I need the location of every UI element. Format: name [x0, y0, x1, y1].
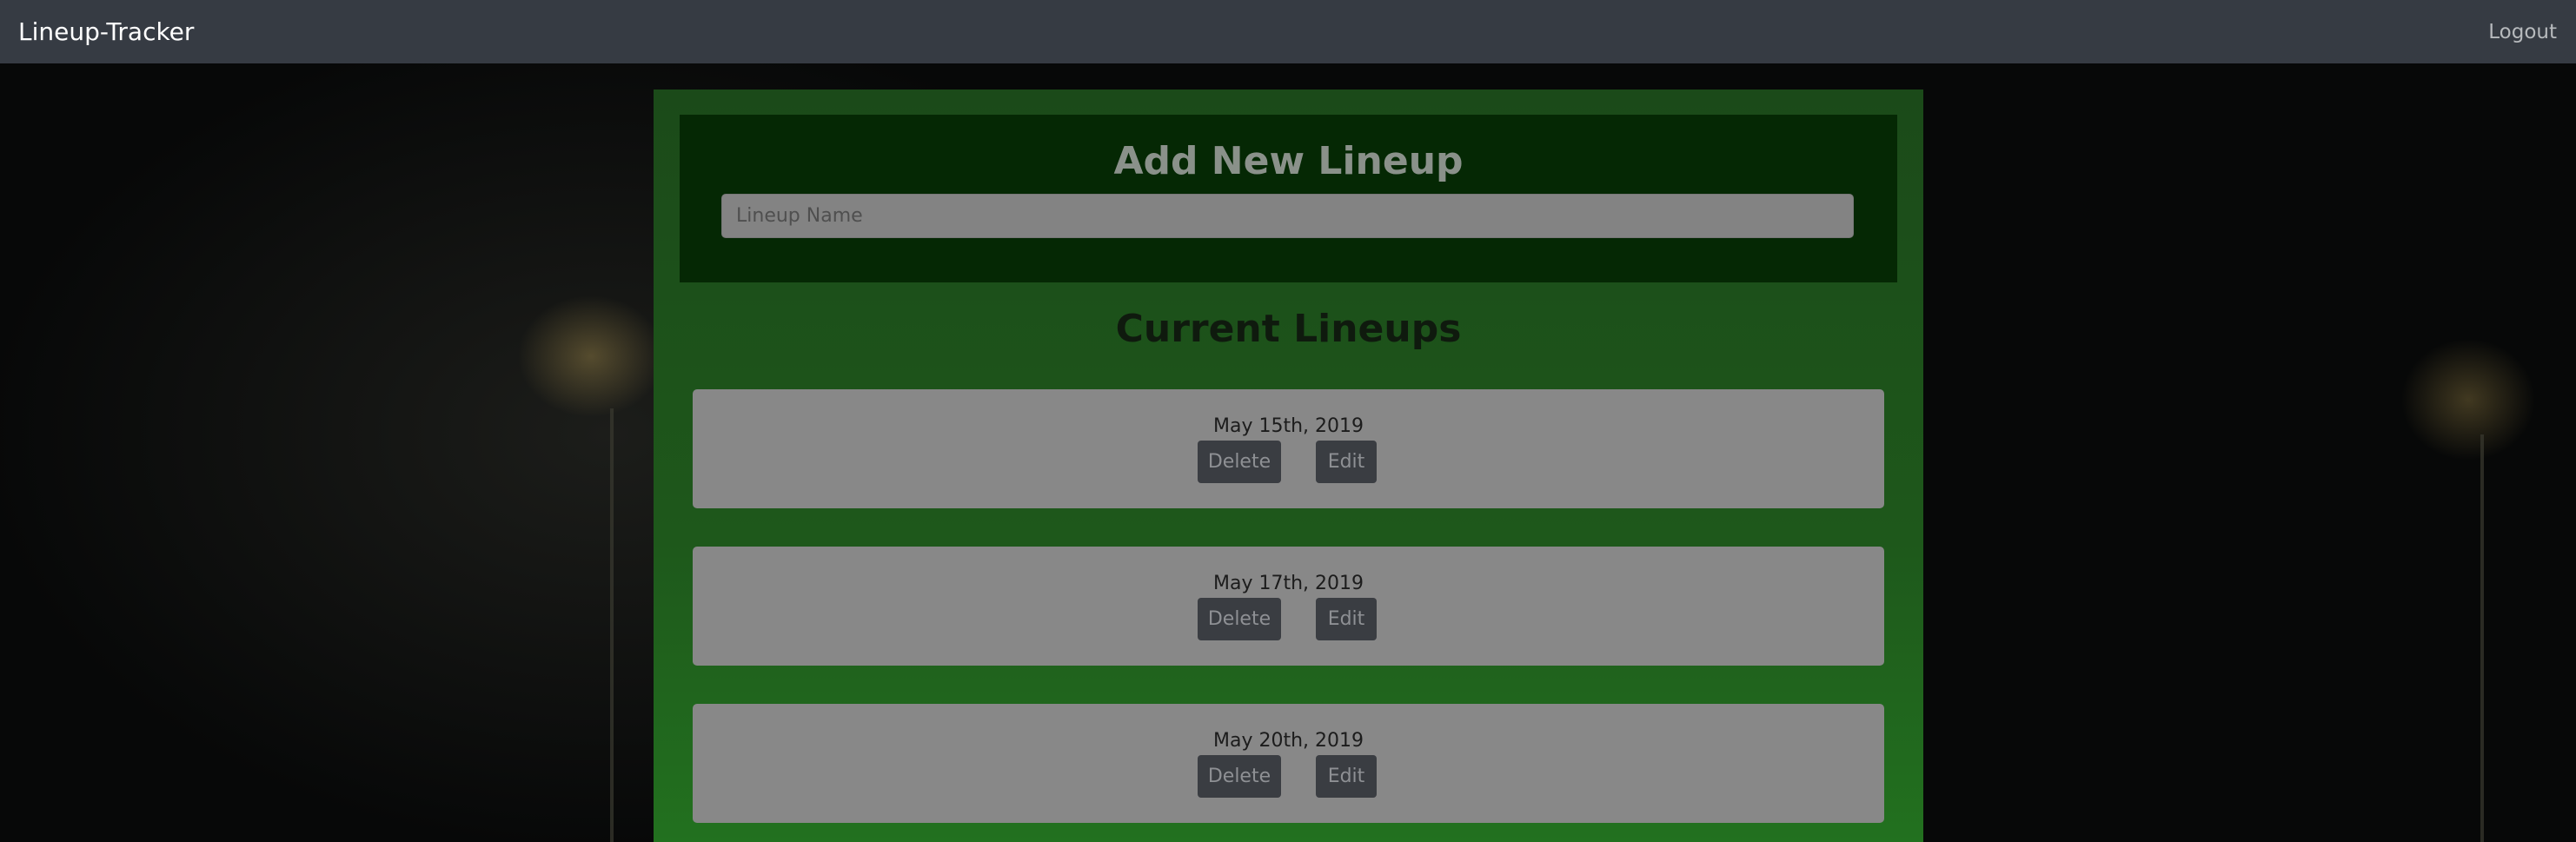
current-lineups-title: Current Lineups [1115, 307, 1462, 351]
delete-button[interactable]: Delete [1198, 755, 1281, 798]
background-light-pole [2480, 434, 2484, 842]
lineup-card: May 15th, 2019 Delete Edit [693, 389, 1884, 508]
main-panel: Add New Lineup Current Lineups May 15th,… [654, 90, 1923, 842]
lineup-name-input[interactable] [721, 194, 1854, 238]
delete-button[interactable]: Delete [1198, 598, 1281, 640]
add-lineup-panel: Add New Lineup [680, 115, 1897, 282]
lineup-card: May 20th, 2019 Delete Edit [693, 704, 1884, 823]
navbar: Lineup-Tracker Logout [0, 0, 2576, 63]
logout-link[interactable]: Logout [2488, 21, 2557, 43]
add-lineup-title: Add New Lineup [1113, 139, 1464, 183]
lineup-date: May 20th, 2019 [1212, 730, 1364, 752]
brand-link[interactable]: Lineup-Tracker [18, 17, 194, 46]
edit-button[interactable]: Edit [1316, 755, 1377, 798]
lineup-date: May 15th, 2019 [1212, 415, 1364, 437]
background-light-pole [610, 408, 614, 842]
edit-button[interactable]: Edit [1316, 441, 1377, 483]
lineup-card: May 17th, 2019 Delete Edit [693, 547, 1884, 666]
delete-button[interactable]: Delete [1198, 441, 1281, 483]
edit-button[interactable]: Edit [1316, 598, 1377, 640]
lineup-date: May 17th, 2019 [1212, 573, 1364, 594]
